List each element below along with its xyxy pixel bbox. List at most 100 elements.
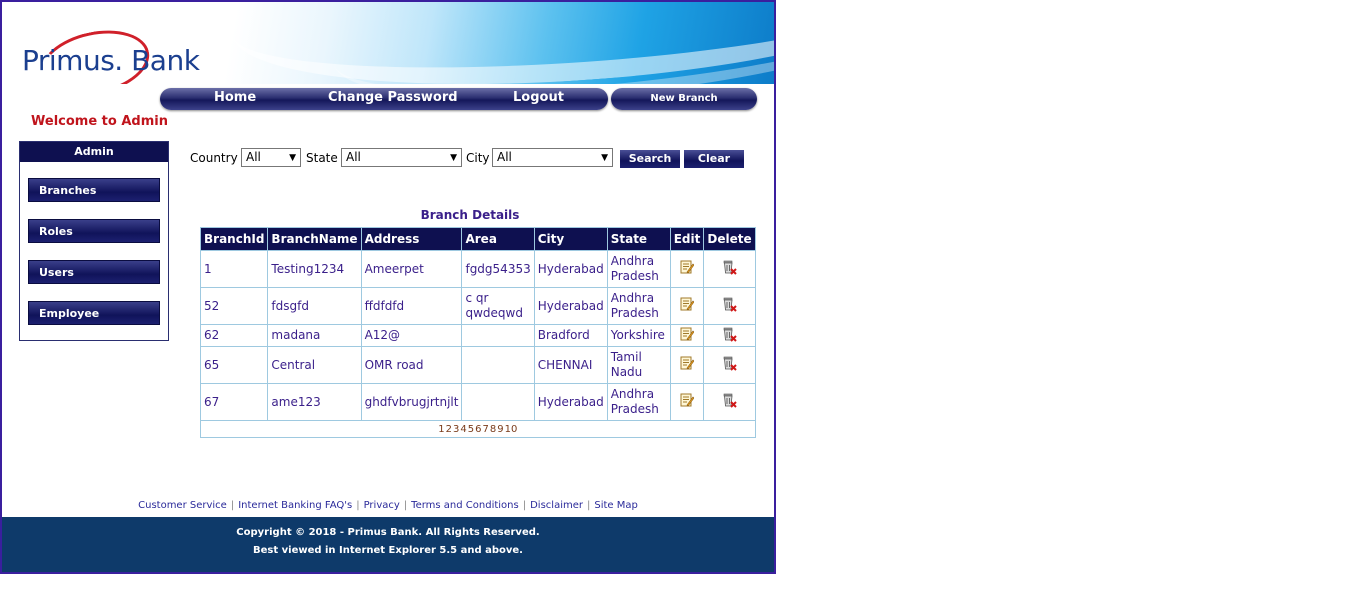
page-link-8[interactable]: 8 xyxy=(490,424,496,435)
cell-address: ghdfvbrugjrtnjlt xyxy=(360,383,463,421)
edit-icon[interactable] xyxy=(680,260,695,274)
cell-branchname: madana xyxy=(267,324,362,347)
cell-edit xyxy=(669,250,705,288)
city-select[interactable]: All ▼ xyxy=(492,148,613,167)
edit-icon[interactable] xyxy=(680,297,695,311)
page-footer: Copyright © 2018 - Primus Bank. All Righ… xyxy=(2,517,774,572)
primus-bank-logo[interactable]: Primus. Bank xyxy=(12,21,212,84)
delete-icon[interactable] xyxy=(721,326,738,342)
cell-state: Andhra Pradesh xyxy=(606,383,671,421)
page-link-4[interactable]: 4 xyxy=(460,424,466,435)
page-link-1[interactable]: 1 xyxy=(438,424,444,435)
col-header-branchname: BranchName xyxy=(267,227,362,251)
search-button[interactable]: Search xyxy=(620,150,680,168)
cell-area xyxy=(461,346,535,384)
chevron-down-icon: ▼ xyxy=(289,153,296,163)
page-link-3[interactable]: 3 xyxy=(453,424,459,435)
table-row: 65 Central OMR road CHENNAI Tamil Nadu xyxy=(199,346,756,384)
nav-change-password-link[interactable]: Change Password xyxy=(328,90,458,105)
header-banner: Primus. Bank xyxy=(2,2,774,84)
logo-text: Primus. Bank xyxy=(22,44,200,77)
clear-button[interactable]: Clear xyxy=(684,150,744,168)
pager-row: 12345678910 xyxy=(200,420,756,438)
country-selected-value: All xyxy=(246,150,261,164)
link-separator: | xyxy=(356,500,360,511)
cell-address: A12@ xyxy=(360,324,463,347)
delete-icon[interactable] xyxy=(721,355,738,371)
cell-branchname: fdsgfd xyxy=(267,287,362,325)
cell-area xyxy=(461,383,535,421)
copyright-text: Copyright © 2018 - Primus Bank. All Righ… xyxy=(236,527,540,538)
cell-address: ffdfdfd xyxy=(360,287,463,325)
state-select[interactable]: All ▼ xyxy=(341,148,462,167)
cell-city: Hyderabad xyxy=(533,287,608,325)
col-header-address: Address xyxy=(360,227,463,251)
cell-edit xyxy=(669,383,705,421)
cell-edit xyxy=(669,287,705,325)
cell-state: Andhra Pradesh xyxy=(606,287,671,325)
delete-icon[interactable] xyxy=(721,296,738,312)
nav-logout-link[interactable]: Logout xyxy=(513,90,564,105)
footer-link-customer-service[interactable]: Customer Service xyxy=(138,500,227,511)
sidebar-item-employee[interactable]: Employee xyxy=(28,301,160,325)
footer-links: Customer Service | Internet Banking FAQ's |… xyxy=(2,500,774,511)
link-separator: | xyxy=(403,500,408,511)
cell-state: Yorkshire xyxy=(606,324,671,347)
sidebar-item-users[interactable]: Users xyxy=(28,260,160,284)
cell-delete xyxy=(703,324,756,347)
country-select[interactable]: All ▼ xyxy=(241,148,301,167)
main-nav: Home Change Password Logout xyxy=(160,88,608,110)
col-header-area: Area xyxy=(461,227,535,251)
chevron-down-icon: ▼ xyxy=(450,153,457,163)
sidebar-item-branches[interactable]: Branches xyxy=(28,178,160,202)
edit-icon[interactable] xyxy=(680,393,695,407)
footer-link-terms-and-conditions[interactable]: Terms and Conditions xyxy=(411,500,519,511)
cell-delete xyxy=(703,287,756,325)
city-selected-value: All xyxy=(497,150,512,164)
cell-edit xyxy=(669,346,705,384)
cell-delete xyxy=(703,250,756,288)
delete-icon[interactable] xyxy=(721,392,738,408)
col-header-city: City xyxy=(533,227,608,251)
cell-area: c qr qwdeqwd xyxy=(461,287,535,325)
footer-link-disclaimer[interactable]: Disclaimer xyxy=(530,500,583,511)
col-header-state: State xyxy=(606,227,671,251)
col-header-edit: Edit xyxy=(669,227,705,251)
browser-page: Primus. Bank Home Change Password Logout… xyxy=(0,0,776,574)
page-link-5[interactable]: 5 xyxy=(468,424,474,435)
footer-link-site-map[interactable]: Site Map xyxy=(594,500,637,511)
state-label: State xyxy=(306,151,338,165)
link-separator: | xyxy=(522,500,527,511)
page-link-7[interactable]: 7 xyxy=(482,424,488,435)
table-header-row: BranchId BranchName Address Area City St… xyxy=(199,227,756,251)
cell-branchid: 52 xyxy=(199,287,269,325)
col-header-branchid: BranchId xyxy=(199,227,269,251)
cell-state: Andhra Pradesh xyxy=(606,250,671,288)
sidebar-item-roles[interactable]: Roles xyxy=(28,219,160,243)
table-row: 1 Testing1234 Ameerpet fgdg54353 Hyderabad An… xyxy=(199,250,756,288)
new-branch-button[interactable]: New Branch xyxy=(611,88,757,110)
edit-icon[interactable] xyxy=(680,327,695,341)
page-link-2[interactable]: 2 xyxy=(446,424,452,435)
page-link-6[interactable]: 6 xyxy=(475,424,481,435)
footer-link-privacy[interactable]: Privacy xyxy=(364,500,400,511)
delete-icon[interactable] xyxy=(721,259,738,275)
cell-city: Bradford xyxy=(533,324,608,347)
cell-delete xyxy=(703,383,756,421)
cell-delete xyxy=(703,346,756,384)
footer-link-internet-banking-faq-s[interactable]: Internet Banking FAQ's xyxy=(238,500,352,511)
country-label: Country xyxy=(190,151,238,165)
cell-branchname: Testing1234 xyxy=(267,250,362,288)
edit-icon[interactable] xyxy=(680,356,695,370)
state-selected-value: All xyxy=(346,150,361,164)
page-link-9[interactable]: 9 xyxy=(497,424,503,435)
cell-city: Hyderabad xyxy=(533,383,608,421)
pager: 12345678910 xyxy=(200,420,756,438)
chevron-down-icon: ▼ xyxy=(601,153,608,163)
page-link-10[interactable]: 10 xyxy=(505,424,518,435)
cell-edit xyxy=(669,324,705,347)
nav-home-link[interactable]: Home xyxy=(214,90,256,105)
cell-city: Hyderabad xyxy=(533,250,608,288)
cell-branchid: 1 xyxy=(199,250,269,288)
cell-branchid: 67 xyxy=(199,383,269,421)
